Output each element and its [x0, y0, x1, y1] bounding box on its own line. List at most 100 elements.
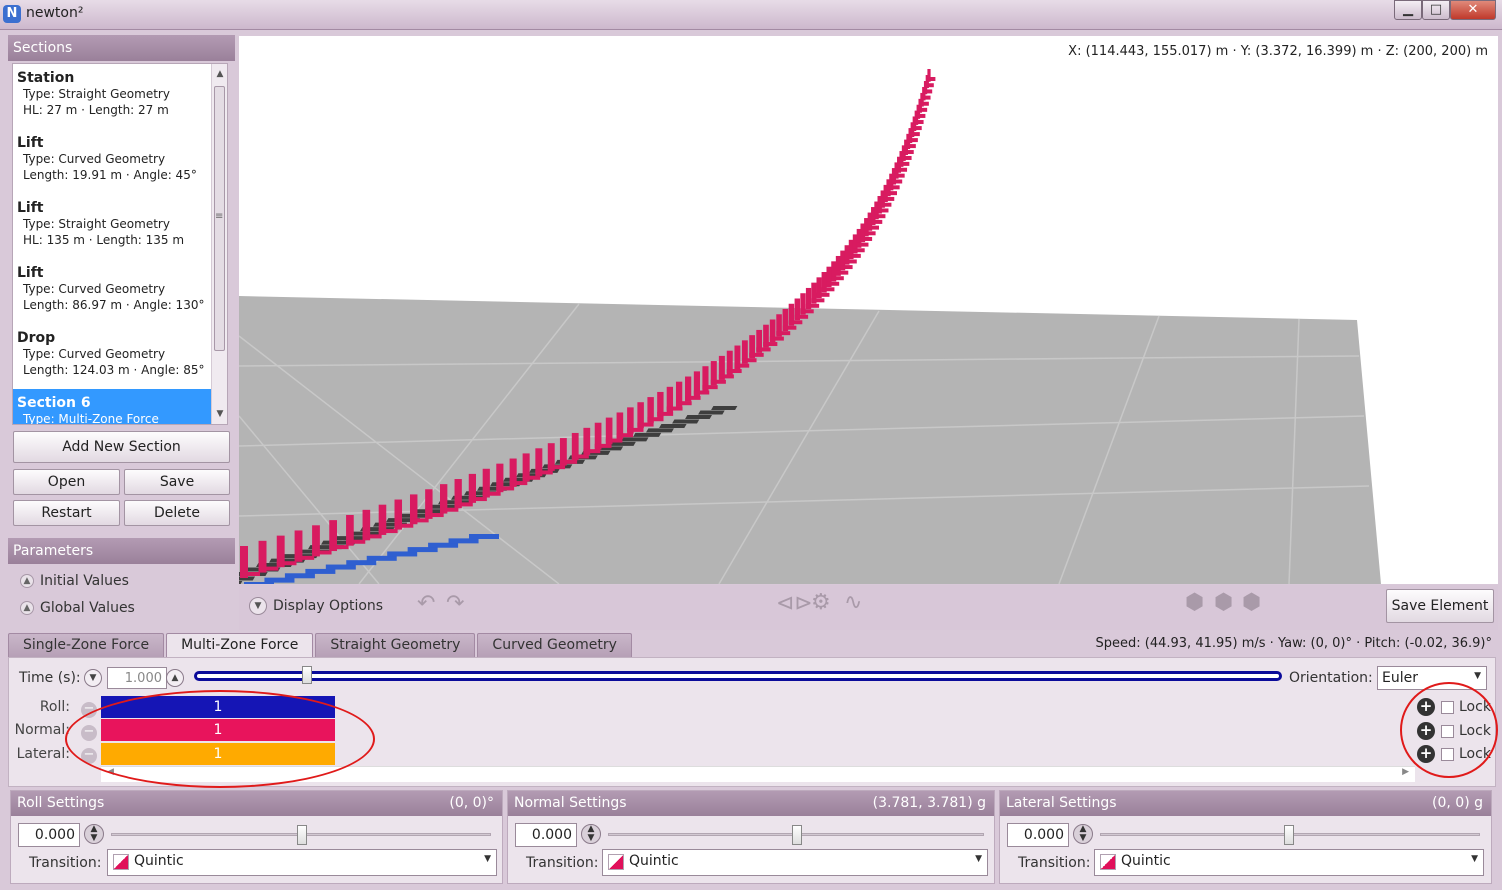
save-element-button[interactable]: Save Element	[1386, 589, 1494, 623]
transition-label: Transition:	[1018, 855, 1091, 871]
chevron-down-icon: ▼	[484, 854, 491, 864]
time-increase-icon[interactable]: ▲	[166, 669, 184, 687]
track-tie-base	[925, 83, 934, 88]
cube-view-icon[interactable]: ⬢	[1214, 590, 1233, 615]
list-item[interactable]: Lift Type: Curved Geometry Length: 19.91…	[13, 129, 227, 194]
track-tie-base	[522, 475, 541, 480]
slider-thumb[interactable]	[1284, 825, 1294, 845]
redo-icon[interactable]: ↷	[446, 591, 464, 616]
track-tie-base	[897, 167, 908, 172]
track-tie-base	[912, 126, 922, 131]
scroll-up-icon[interactable]: ▲	[212, 66, 227, 82]
roll-settings-title: Roll Settings	[17, 795, 105, 811]
close-button[interactable]: ✕	[1450, 0, 1496, 20]
list-item[interactable]: Lift Type: Straight Geometry HL: 135 m ·…	[13, 194, 227, 259]
spinner-icon[interactable]: ▲ ▼	[1073, 824, 1093, 844]
track-tie-base	[894, 173, 905, 178]
quintic-curve-icon	[608, 854, 624, 870]
track-tie-base	[816, 292, 830, 297]
restart-button[interactable]: Restart	[13, 500, 120, 526]
time-label: Time (s):	[19, 670, 81, 686]
list-item-selected[interactable]: Section 6 Type: Multi-Zone Force	[13, 389, 227, 424]
list-item[interactable]: Station Type: Straight Geometry HL: 27 m…	[13, 64, 227, 129]
gear-icon[interactable]: ⚙	[811, 590, 831, 615]
tab-multi-zone-force[interactable]: Multi-Zone Force	[166, 633, 314, 657]
track-tie-base	[276, 561, 297, 566]
slider-thumb[interactable]	[297, 825, 307, 845]
tab-curved-geometry[interactable]: Curved Geometry	[477, 633, 632, 657]
slider-thumb[interactable]	[792, 825, 802, 845]
track-tie-base	[805, 303, 820, 308]
lateral-slider[interactable]	[1100, 825, 1480, 845]
track-tie-base	[856, 242, 869, 247]
cube-view-icon[interactable]: ⬢	[1242, 590, 1261, 615]
undo-icon[interactable]: ↶	[417, 591, 435, 616]
track-tie-base	[547, 465, 566, 470]
scroll-down-icon[interactable]: ▼	[212, 406, 227, 422]
track-tie-base	[901, 155, 912, 160]
roll-settings-value: (0, 0)°	[449, 795, 494, 811]
timeline-slider[interactable]	[194, 666, 1282, 684]
track-tie-base	[571, 454, 589, 459]
track-tie-base	[889, 185, 900, 190]
normal-transition-select[interactable]: Quintic ▼	[602, 849, 988, 876]
track-tie-base	[763, 342, 778, 347]
3d-viewport[interactable]: X: (114.443, 155.017) m · Y: (3.372, 16.…	[239, 36, 1498, 584]
track-tie-base	[637, 422, 654, 427]
chevron-down-icon: ▼	[975, 854, 982, 864]
chevron-down-icon: ▼	[249, 597, 267, 615]
tab-straight-geometry[interactable]: Straight Geometry	[315, 633, 476, 657]
normal-value-input[interactable]: 0.000	[515, 823, 577, 847]
list-item[interactable]: Lift Type: Curved Geometry Length: 86.97…	[13, 259, 227, 324]
spinner-icon[interactable]: ▲ ▼	[581, 824, 601, 844]
cube-view-icon[interactable]: ⬢	[1185, 590, 1204, 615]
rail-segment	[264, 577, 295, 583]
track-tie-base	[877, 208, 889, 213]
spinner-icon[interactable]: ▲ ▼	[84, 824, 104, 844]
maximize-button[interactable]: □	[1422, 0, 1450, 20]
normal-slider[interactable]	[608, 825, 984, 845]
lateral-transition-select[interactable]: Quintic ▼	[1094, 849, 1484, 876]
global-values-expander[interactable]: ▲ Global Values	[20, 600, 135, 616]
track-tie-base	[867, 225, 879, 230]
track-tie-base	[899, 161, 910, 166]
track-tie-base	[821, 287, 835, 292]
track-tie-base	[910, 132, 920, 137]
track-tie-base	[848, 253, 861, 258]
track-tie-base	[509, 481, 528, 486]
viewport-toolbar: ▼ Display Options ↶ ↷ ⊲⊳ ⚙ ∿ ⬢ ⬢ ⬢	[239, 585, 1498, 630]
time-decrease-icon[interactable]: ▼	[84, 669, 102, 687]
scroll-right-icon[interactable]: ▶	[1402, 767, 1409, 777]
wave-icon[interactable]: ∿	[844, 590, 862, 615]
track-tie-base	[647, 417, 664, 422]
save-button[interactable]: Save	[124, 469, 230, 495]
delete-button[interactable]: Delete	[124, 500, 230, 526]
initial-values-expander[interactable]: ▲ Initial Values	[20, 573, 129, 589]
roll-transition-select[interactable]: Quintic ▼	[107, 849, 497, 876]
time-input[interactable]: 1.000	[107, 667, 167, 689]
sections-scrollbar[interactable]: ▲ ≡ ▼	[211, 64, 227, 424]
shadow-tie	[698, 410, 725, 415]
display-options-expander[interactable]: ▼ Display Options	[249, 597, 383, 615]
roll-slider[interactable]	[111, 825, 491, 845]
list-item[interactable]: Drop Type: Curved Geometry Length: 124.0…	[13, 324, 227, 389]
add-new-section-button[interactable]: Add New Section	[13, 431, 230, 463]
minimize-button[interactable]: ▁	[1394, 0, 1422, 20]
track-tie-base	[362, 534, 382, 539]
rail-segment	[284, 573, 315, 579]
track-tie-base	[920, 101, 929, 106]
lateral-value-input[interactable]: 0.000	[1007, 823, 1069, 847]
track-tie-base	[852, 248, 865, 253]
normal-settings-panel: Normal Settings (3.781, 3.781) g 0.000 ▲ ▼…	[507, 790, 995, 884]
sections-list[interactable]: Station Type: Straight Geometry HL: 27 m…	[12, 63, 228, 425]
open-button[interactable]: Open	[13, 469, 120, 495]
split-view-icon[interactable]: ⊲⊳	[776, 591, 813, 616]
track-scene[interactable]	[239, 36, 1498, 584]
rail-segment	[387, 551, 418, 557]
roll-value-input[interactable]: 0.000	[18, 823, 80, 847]
timeline-thumb[interactable]	[302, 666, 312, 684]
track-tie-base	[425, 513, 444, 518]
rail-segment	[305, 568, 336, 574]
tab-single-zone-force[interactable]: Single-Zone Force	[8, 633, 165, 657]
track-tie-base	[908, 138, 918, 143]
